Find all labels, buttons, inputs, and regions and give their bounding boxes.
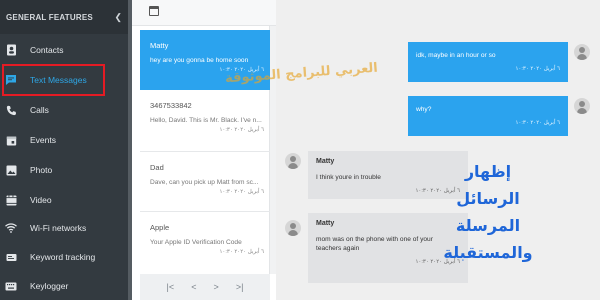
chevron-left-icon[interactable]: ❮ [114, 12, 122, 23]
conversation-name: Dad [150, 163, 164, 172]
avatar [574, 44, 590, 60]
avatar [574, 98, 590, 114]
message-text: idk, maybe in an hour or so [416, 52, 496, 59]
message-date: ٦ أبريل ٢٠٢٠ ١٠:٣٠ [515, 120, 560, 126]
message-bubble-outgoing: idk, maybe in an hour or so ٦ أبريل ٢٠٢٠… [408, 42, 568, 82]
overlay-line: المرسلة [455, 216, 521, 235]
last-page-button[interactable]: >| [236, 282, 244, 292]
sidebar-item-keyword-tracking[interactable]: Keyword tracking [0, 242, 128, 272]
sidebar-item-photo[interactable]: Photo [0, 155, 128, 185]
sidebar-item-keylogger[interactable]: Keylogger [0, 271, 128, 300]
message-text: why? [416, 106, 432, 113]
conversation-item[interactable]: Dad Dave, can you pick up Matt from sc..… [140, 152, 270, 212]
prev-page-button[interactable]: < [191, 282, 196, 292]
video-icon [4, 193, 18, 207]
conversation-preview: hey are you gonna be home soon [150, 57, 249, 64]
conversation-preview: Dave, can you pick up Matt from sc... [150, 179, 259, 186]
photo-icon [4, 163, 18, 177]
highlight-box [2, 64, 105, 96]
overlay-caption: إظهار الرسائل المرسلة والمستقبلة [438, 158, 538, 266]
conversation-item[interactable]: 3467533842 Hello, David. This is Mr. Bla… [140, 90, 270, 152]
next-page-button[interactable]: > [214, 282, 219, 292]
conversation-date: ٦ أبريل ٢٠٢٠ ١٠:٣٠ [219, 249, 264, 255]
calendar-icon [4, 133, 18, 147]
sidebar-header[interactable]: GENERAL FEATURES ❮ [0, 0, 128, 34]
sidebar-scrollbar[interactable] [128, 0, 132, 300]
avatar [285, 153, 301, 169]
sidebar-item-events[interactable]: Events [0, 125, 128, 155]
conversation-preview: Hello, David. This is Mr. Black. I've n.… [150, 117, 262, 124]
sidebar-item-label: Keylogger [30, 281, 69, 291]
conversation-name: Apple [150, 223, 170, 232]
keyboard-icon [4, 279, 18, 293]
sidebar-item-contacts[interactable]: Contacts [0, 35, 128, 65]
overlay-line: والمستقبلة [443, 243, 533, 262]
first-page-button[interactable]: |< [167, 282, 175, 292]
sidebar-item-label: Video [30, 195, 52, 205]
sidebar-item-label: Wi-Fi networks [30, 223, 87, 233]
conversation-name: 3467533842 [150, 101, 192, 110]
contacts-icon [4, 43, 18, 57]
sidebar-item-calls[interactable]: Calls [0, 95, 128, 125]
conversation-date: ٦ أبريل ٢٠٢٠ ١٠:٣٠ [219, 189, 264, 195]
conversation-date: ٦ أبريل ٢٠٢٠ ١٠:٣٠ [219, 127, 264, 133]
sidebar-item-label: Keyword tracking [30, 252, 96, 262]
conversation-item[interactable]: Apple Your Apple ID Verification Code ٦ … [140, 212, 270, 274]
phone-icon [4, 103, 18, 117]
message-bubble-outgoing: why? ٦ أبريل ٢٠٢٠ ١٠:٣٠ [408, 96, 568, 136]
sidebar-header-title: GENERAL FEATURES [6, 12, 93, 22]
wifi-icon [4, 221, 18, 235]
sidebar-item-label: Events [30, 135, 56, 145]
sidebar: GENERAL FEATURES ❮ Contacts Text Message… [0, 0, 128, 300]
list-toolbar [132, 0, 276, 26]
sidebar-item-label: Photo [30, 165, 53, 175]
pagination: |< < > >| [140, 274, 270, 300]
conversation-list: Matty hey are you gonna be home soon ٦ أ… [140, 26, 270, 274]
sidebar-item-wifi-networks[interactable]: Wi-Fi networks [0, 213, 128, 243]
avatar [285, 220, 301, 236]
conversation-name: Matty [150, 41, 169, 50]
sidebar-item-label: Contacts [30, 45, 64, 55]
message-date: ٦ أبريل ٢٠٢٠ ١٠:٣٠ [515, 66, 560, 72]
sidebar-item-video[interactable]: Video [0, 185, 128, 215]
keyword-icon [4, 250, 18, 264]
overlay-line: إظهار الرسائل [456, 162, 520, 208]
sidebar-item-label: Calls [30, 105, 49, 115]
conversation-preview: Your Apple ID Verification Code [150, 239, 242, 246]
calendar-icon[interactable] [149, 6, 159, 16]
